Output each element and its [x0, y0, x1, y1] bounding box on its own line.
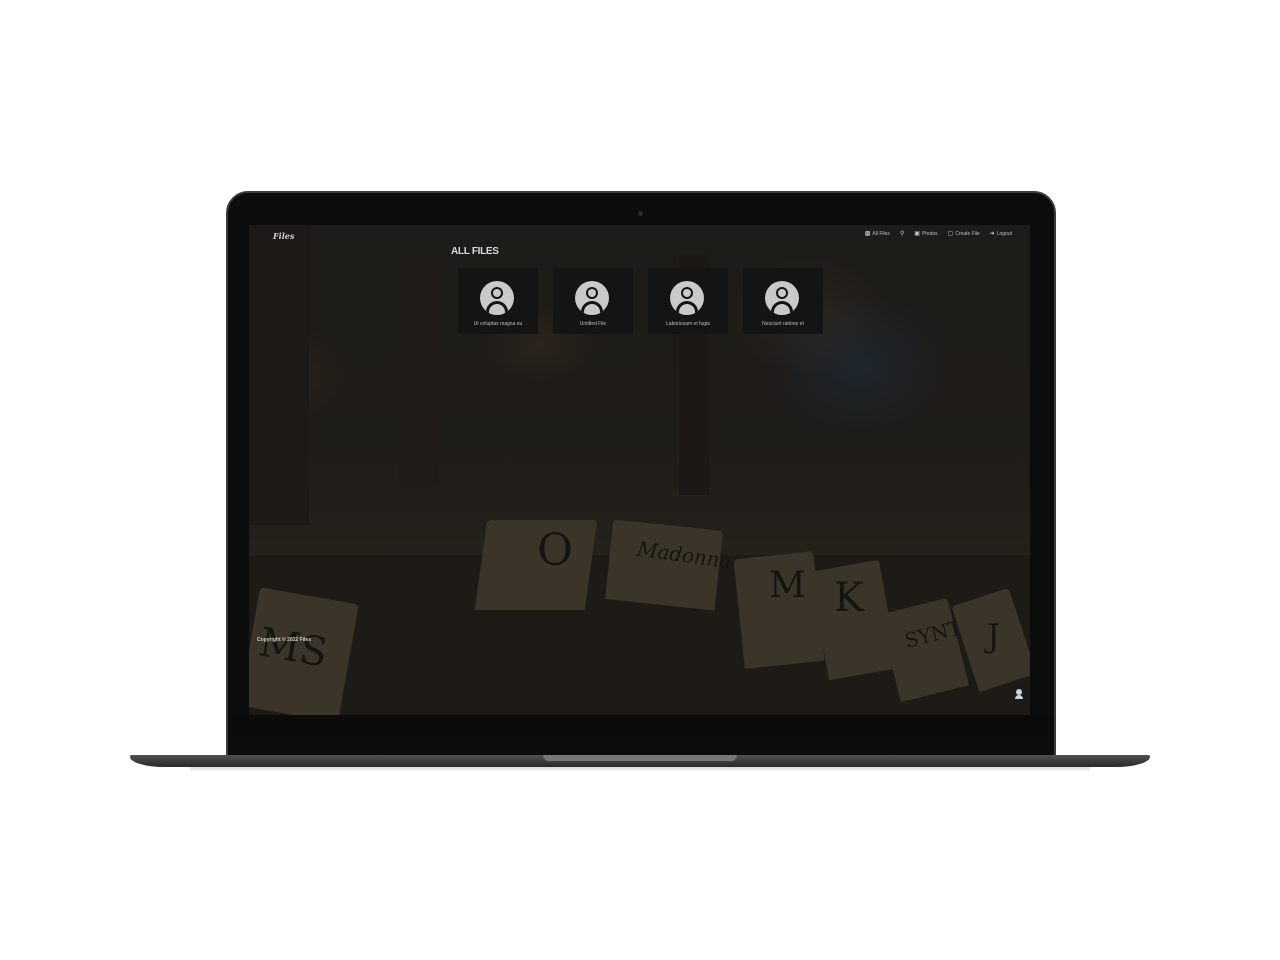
file-card[interactable]: Untitled File: [553, 268, 633, 334]
laptop-hinge: [543, 755, 737, 761]
file-card[interactable]: Laboriosam et fugia: [648, 268, 728, 334]
user-button[interactable]: [1012, 685, 1026, 703]
user-avatar-icon: [575, 281, 609, 315]
nav-search[interactable]: ⚲: [900, 231, 904, 237]
image-icon: ▣: [914, 231, 920, 237]
file-name: Untitled File: [579, 321, 607, 327]
file-name: Nesciunt ratione et: [762, 321, 804, 327]
nav-create-file[interactable]: ▢ Create File: [948, 231, 980, 237]
brand-logo[interactable]: Files: [273, 231, 294, 241]
camera-icon: [638, 211, 643, 216]
laptop-shadow: [190, 767, 1090, 772]
nav-all-files[interactable]: ▩ All Files: [865, 231, 890, 237]
top-nav: ▩ All Files ⚲ ▣ Photos ▢ Create File ➜ L…: [865, 231, 1012, 237]
file-card[interactable]: Nesciunt ratione et: [743, 268, 823, 334]
logout-icon: ➜: [989, 231, 995, 237]
nav-photos[interactable]: ▣ Photos: [914, 231, 937, 237]
nav-logout[interactable]: ➜ Logout: [990, 231, 1012, 237]
nav-logout-label: Logout: [996, 231, 1012, 237]
search-icon: ⚲: [899, 231, 905, 237]
folder-icon: ▩: [864, 231, 871, 237]
user-avatar-icon: [670, 281, 704, 315]
user-avatar-icon: [765, 281, 799, 315]
file-name: Laboriosam et fugia: [666, 321, 710, 327]
nav-all-files-label: All Files: [872, 231, 890, 237]
nav-create-file-label: Create File: [955, 231, 980, 237]
user-avatar-icon: [480, 281, 514, 315]
footer-copyright: Copyright © 2022 Files: [257, 637, 311, 643]
laptop-bezel: [228, 715, 1054, 735]
file-grid: Ut voluptas magna eu Untitled File Labor…: [458, 268, 823, 334]
nav-photos-label: Photos: [921, 231, 938, 237]
page-title: ALL FILES: [451, 246, 499, 257]
app-screen: O Madonna M K SYNTH J MS Files ▩ All Fil…: [249, 225, 1030, 715]
file-plus-icon: ▢: [947, 231, 954, 237]
file-card[interactable]: Ut voluptas magna eu: [458, 268, 538, 334]
file-name: Ut voluptas magna eu: [473, 321, 523, 327]
